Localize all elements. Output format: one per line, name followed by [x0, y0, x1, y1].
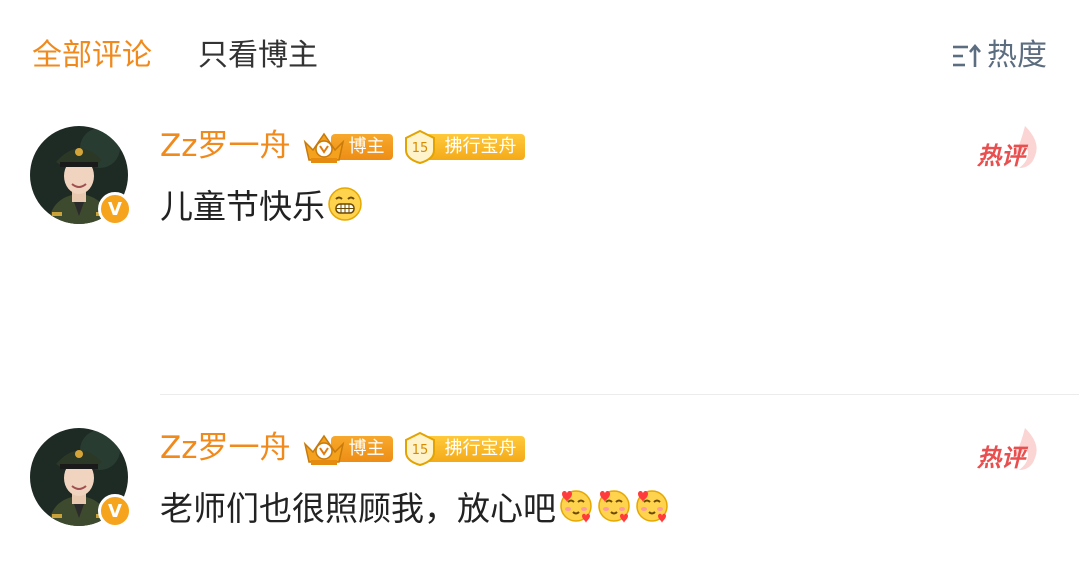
user-name[interactable]: Zz罗一舟 [160, 124, 291, 168]
hot-comment-tag: 热评 [977, 426, 1043, 474]
rank-badge-label: 拂行宝舟 [424, 134, 525, 160]
verified-badge: V [98, 494, 132, 528]
comment-text: 老师们也很照顾我，放心吧 [160, 482, 670, 530]
grin-emoji [328, 187, 362, 221]
hot-comment-label: 热评 [977, 444, 1025, 472]
avatar[interactable]: V [30, 428, 132, 528]
owner-badge: 博主 [301, 130, 393, 163]
rank-level: 15 [411, 443, 428, 458]
crown-icon [303, 132, 344, 163]
heart-face-emoji [636, 490, 668, 523]
sort-label: 热度 [987, 38, 1047, 73]
comment-text: 儿童节快乐 [160, 180, 363, 228]
rank-shield-icon: 15 [404, 130, 435, 164]
rank-shield-icon: 15 [404, 432, 435, 466]
rank-level: 15 [411, 141, 428, 156]
hot-comment-label: 热评 [977, 142, 1025, 170]
heart-face-emoji [560, 490, 592, 523]
verified-badge: V [98, 192, 132, 226]
rank-badge: 拂行宝舟 15 [403, 130, 525, 164]
owner-badge: 博主 [301, 432, 393, 465]
comment-body: 儿童节快乐 [160, 187, 325, 226]
comment-header: Zz罗一舟 博主 拂行宝舟 15 [160, 426, 525, 470]
tab-owner-only[interactable]: 只看博主 [198, 36, 318, 76]
comment-body: 老师们也很照顾我，放心吧 [160, 489, 556, 528]
user-name[interactable]: Zz罗一舟 [160, 426, 291, 470]
comment-divider [160, 394, 1079, 395]
sort-button[interactable]: 热度 [951, 36, 1047, 76]
sort-icon [953, 43, 981, 67]
tab-all-comments[interactable]: 全部评论 [32, 36, 152, 76]
comment-item: V Zz罗一舟 博主 拂行宝舟 15 热评 老师们也很照顾我，放心吧 [0, 420, 1079, 567]
comment-header: Zz罗一舟 博主 拂行宝舟 15 [160, 124, 525, 168]
comment-item: V Zz罗一舟 博主 拂行宝舟 15 热评 儿童节快乐 [0, 118, 1079, 394]
hot-comment-tag: 热评 [977, 124, 1043, 172]
avatar[interactable]: V [30, 126, 132, 226]
comment-tabs: 全部评论 只看博主 热度 [0, 0, 1079, 112]
rank-badge-label: 拂行宝舟 [424, 436, 525, 462]
rank-badge: 拂行宝舟 15 [403, 432, 525, 466]
crown-icon [303, 434, 344, 465]
heart-face-emoji [598, 490, 630, 523]
